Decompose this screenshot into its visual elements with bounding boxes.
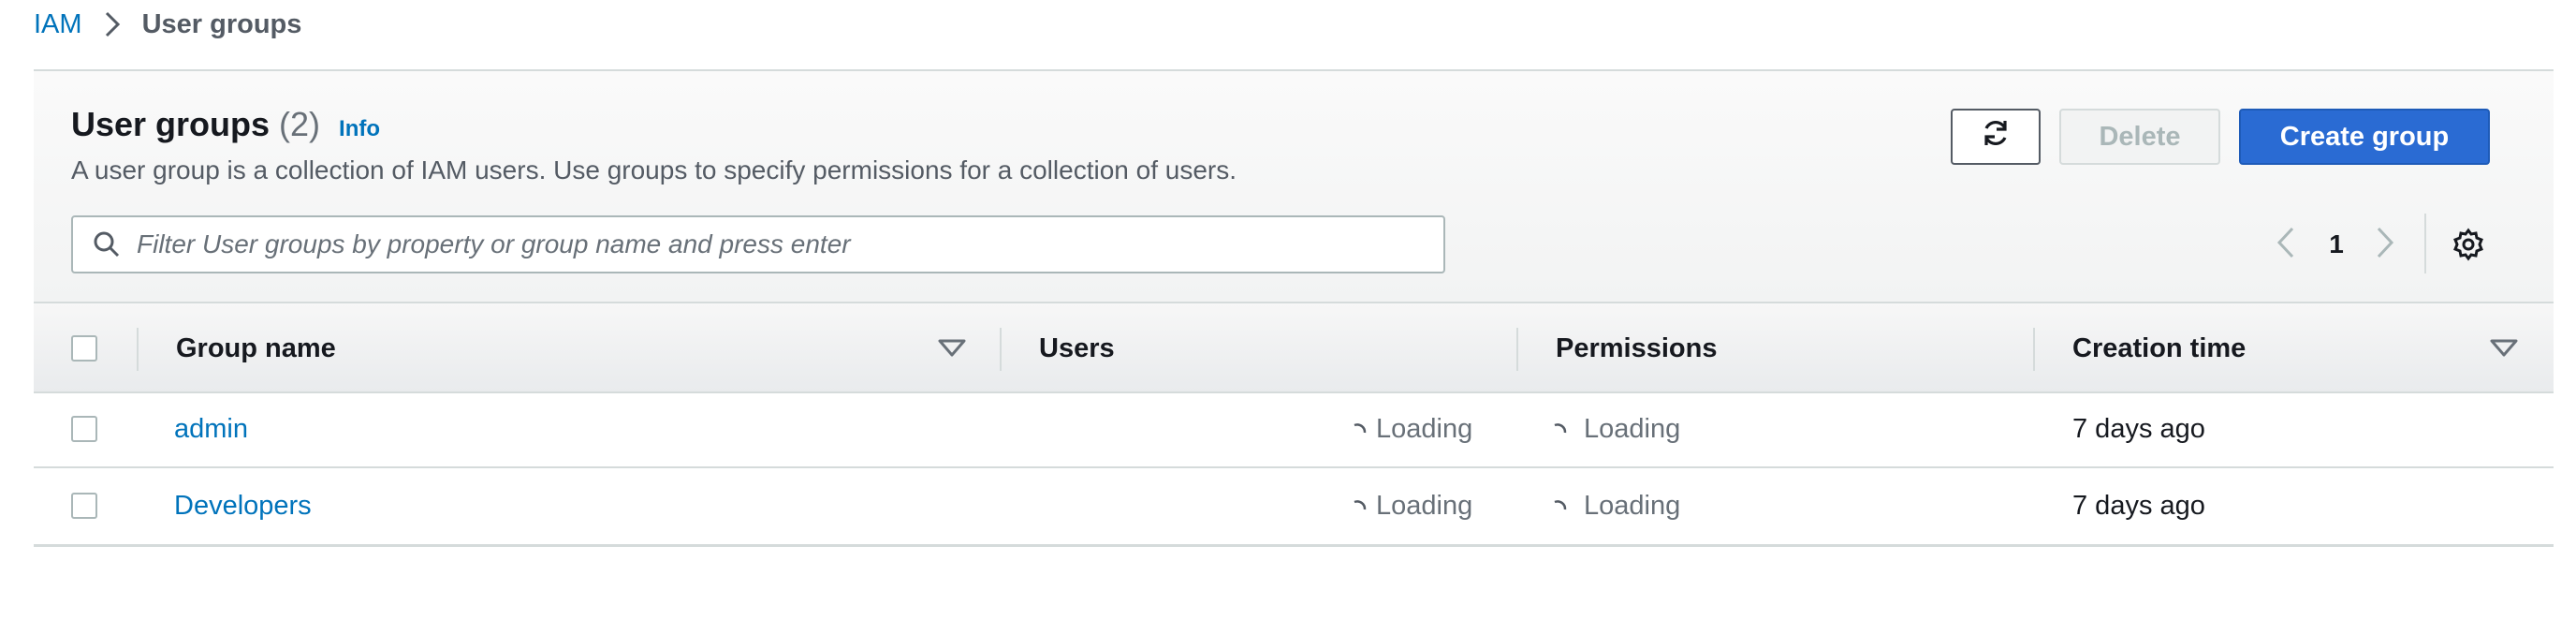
pagination-divider — [2424, 214, 2426, 273]
chevron-right-icon — [2375, 226, 2395, 264]
users-loading-text: Loading — [1376, 491, 1473, 521]
create-group-button[interactable]: Create group — [2239, 109, 2490, 165]
search-icon — [90, 228, 124, 261]
permissions-loading-text: Loading — [1584, 491, 1681, 521]
group-name-link[interactable]: admin — [174, 414, 248, 445]
title-row: User groups (2) Info — [71, 105, 380, 144]
table-settings-button[interactable] — [2443, 221, 2494, 272]
column-divider — [2033, 328, 2035, 371]
users-loading: Loading — [1350, 414, 1472, 445]
creation-time: 7 days ago — [2072, 414, 2205, 444]
column-header-permissions[interactable]: Permissions — [1556, 333, 1717, 364]
page-description: A user group is a collection of IAM user… — [71, 155, 1237, 185]
user-groups-table-container: User groups (2) Info A user group is a c… — [34, 69, 2554, 547]
loading-spinner-icon — [1550, 496, 1571, 517]
users-loading: Loading — [1350, 491, 1472, 522]
next-page-button[interactable] — [2366, 219, 2404, 270]
group-name-link[interactable]: Developers — [174, 491, 312, 522]
column-header-users[interactable]: Users — [1039, 333, 1115, 364]
column-header-group-name[interactable]: Group name — [176, 333, 336, 364]
table-header-row: Group name Users Permissions Creation ti… — [34, 302, 2554, 393]
breadcrumb: IAM User groups — [34, 6, 301, 43]
sort-descending-icon[interactable] — [2488, 335, 2520, 362]
table-row: Developers Loading Loading 7 days ago — [34, 470, 2554, 545]
column-header-creation-time[interactable]: Creation time — [2072, 333, 2246, 364]
creation-time: 7 days ago — [2072, 491, 2205, 521]
column-divider — [137, 328, 139, 371]
filter-input[interactable] — [137, 229, 1428, 259]
table-header-area: User groups (2) Info A user group is a c… — [34, 71, 2554, 302]
loading-spinner-icon — [1350, 496, 1370, 517]
gear-icon — [2452, 228, 2485, 266]
chevron-left-icon — [2276, 226, 2296, 264]
table-row: admin Loading Loading 7 days ago — [34, 393, 2554, 468]
info-link[interactable]: Info — [339, 116, 380, 142]
page-title: User groups — [71, 105, 271, 143]
previous-page-button[interactable] — [2267, 219, 2305, 270]
delete-button[interactable]: Delete — [2059, 109, 2220, 165]
column-divider — [1516, 328, 1518, 371]
iam-user-groups-page: IAM User groups User groups (2) Info A u… — [0, 0, 2576, 620]
users-loading-text: Loading — [1376, 414, 1473, 444]
row-checkbox[interactable] — [71, 416, 97, 442]
refresh-icon — [1980, 117, 2012, 156]
current-page-number[interactable]: 1 — [2318, 219, 2355, 270]
group-count: (2) — [279, 105, 321, 143]
permissions-loading: Loading — [1550, 414, 1680, 445]
row-checkbox[interactable] — [71, 493, 97, 519]
breadcrumb-iam-link[interactable]: IAM — [34, 9, 82, 40]
chevron-right-icon — [94, 6, 131, 43]
loading-spinner-icon — [1550, 420, 1571, 440]
loading-spinner-icon — [1350, 420, 1370, 440]
breadcrumb-current: User groups — [141, 8, 302, 39]
sort-descending-icon[interactable] — [936, 335, 968, 362]
column-divider — [1000, 328, 1002, 371]
select-all-checkbox[interactable] — [71, 335, 97, 362]
refresh-button[interactable] — [1951, 109, 2041, 165]
permissions-loading-text: Loading — [1584, 414, 1681, 444]
filter-search — [71, 215, 1445, 273]
permissions-loading: Loading — [1550, 491, 1680, 522]
